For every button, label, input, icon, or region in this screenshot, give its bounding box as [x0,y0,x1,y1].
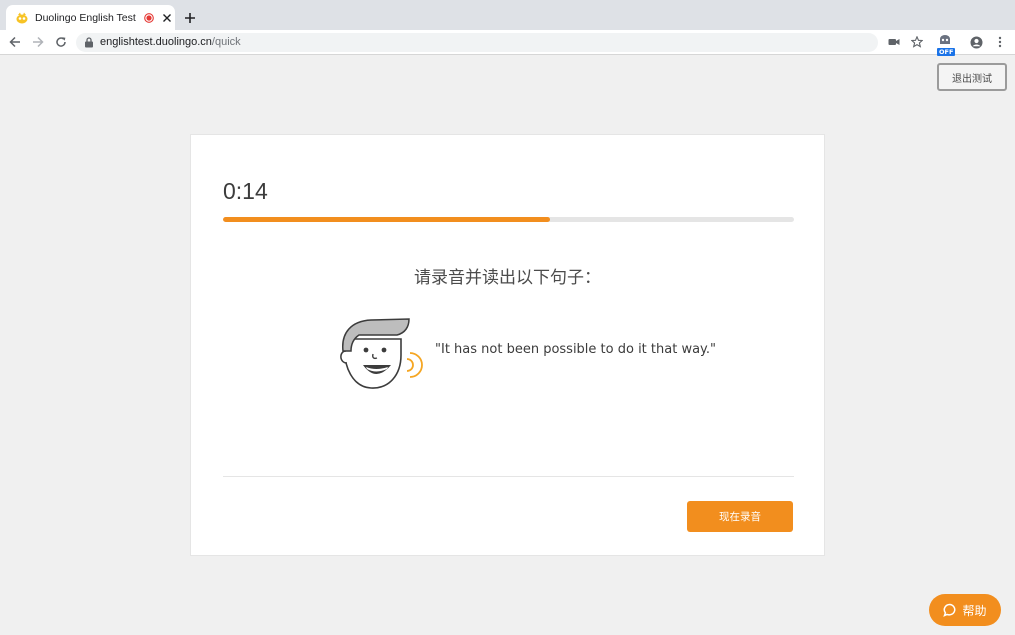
time-progress-bar [223,217,794,222]
recording-indicator-icon [144,12,154,23]
new-tab-button[interactable] [182,10,198,26]
lock-icon [85,37,93,48]
chat-bubble-icon [943,603,957,617]
reload-icon [56,37,66,47]
plus-icon [185,13,195,23]
help-button[interactable]: 帮助 [929,594,1001,626]
address-bar[interactable]: englishtest.duolingo.cn/quick [76,33,878,52]
duolingo-icon [15,11,29,25]
arrow-right-icon [33,36,44,48]
question-card: 0:14 请录音并读出以下句子： "It has not been possib… [190,134,825,556]
extension-icon[interactable] [938,33,952,47]
bookmark-star-icon[interactable] [910,35,924,49]
back-button[interactable] [8,35,22,49]
browser-tab-active[interactable]: Duolingo English Test [6,5,175,30]
url-host: englishtest.duolingo.cn [100,36,212,48]
countdown-timer: 0:14 [223,178,268,204]
exit-test-button[interactable]: 退出测试 [937,63,1007,91]
card-divider [223,476,794,477]
browser-toolbar: englishtest.duolingo.cn/quick OFF [0,30,1015,56]
sentence-to-read: "It has not been possible to do it that … [435,342,716,357]
instruction-text: 请录音并读出以下句子： [414,268,601,288]
arrow-left-icon [9,36,20,48]
reload-button[interactable] [54,35,68,49]
browser-menu-icon[interactable] [993,35,1007,49]
tab-title: Duolingo English Test [35,11,136,24]
camera-icon[interactable] [887,35,901,49]
browser-tab-strip: Duolingo English Test [0,0,1015,30]
profile-avatar-icon[interactable] [969,35,983,49]
record-now-button[interactable]: 现在录音 [687,501,793,532]
forward-button[interactable] [31,35,45,49]
help-label: 帮助 [962,603,987,618]
url-path: /quick [211,36,241,48]
close-tab-icon[interactable] [160,11,174,25]
time-progress-fill [223,217,551,222]
url-text: englishtest.duolingo.cn/quick [100,36,241,48]
extension-off-badge: OFF [937,48,956,56]
speaking-character-illustration [339,317,427,393]
